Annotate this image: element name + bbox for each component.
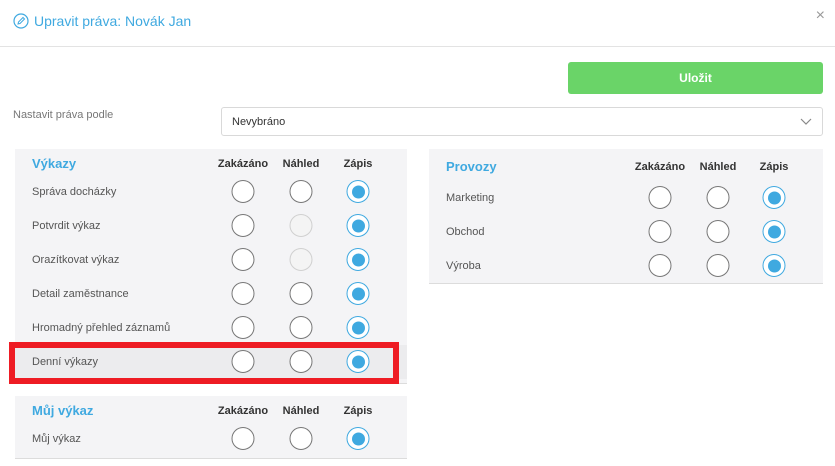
column-forbidden: Zakázáno [634,161,686,173]
permission-row-label: Orazítkovat výkaz [32,254,120,266]
radio-forbidden[interactable] [231,214,255,237]
column-preview: Náhled [282,405,320,417]
radio-preview[interactable] [706,254,730,277]
modal-title-wrap: Upravit práva: Novák Jan [13,13,191,29]
permission-row: Můj výkaz [15,422,407,456]
radio-write[interactable] [762,186,786,209]
radio-forbidden[interactable] [231,316,255,339]
radio-preview[interactable] [289,316,313,339]
permission-row: Orazítkovat výkaz [15,243,407,277]
vykazy-panel: Výkazy Zakázáno Náhled Zápis Správa doch… [15,149,407,384]
radio-write[interactable] [346,427,370,450]
radio-forbidden[interactable] [231,248,255,271]
radio-preview [289,248,313,271]
column-write: Zápis [343,405,373,417]
provozy-panel: Provozy Zakázáno Náhled Zápis Marketing O… [429,149,823,284]
radio-forbidden[interactable] [231,180,255,203]
radio-forbidden[interactable] [231,350,255,373]
chevron-down-icon [800,118,812,125]
radio-write[interactable] [346,180,370,203]
radio-write[interactable] [346,248,370,271]
radio-forbidden[interactable] [648,186,672,209]
permission-row: Správa docházky [15,175,407,209]
radio-write[interactable] [762,220,786,243]
vykazy-header: Výkazy Zakázáno Náhled Zápis [15,149,407,177]
radio-preview[interactable] [706,220,730,243]
permission-row-label: Denní výkazy [32,356,99,368]
muj-vykaz-panel: Můj výkaz Zakázáno Náhled Zápis Můj výka… [15,396,407,459]
section-title: Výkazy [32,156,77,171]
radio-preview[interactable] [289,282,313,305]
section-title: Můj výkaz [32,403,94,418]
radio-write[interactable] [346,282,370,305]
muj-vykaz-header: Můj výkaz Zakázáno Náhled Zápis [15,396,407,424]
setby-label: Nastavit práva podle [13,109,114,121]
column-write: Zápis [759,161,789,173]
provozy-header: Provozy Zakázáno Náhled Zápis [429,152,823,180]
column-preview: Náhled [699,161,737,173]
radio-preview[interactable] [289,427,313,450]
permission-row-label: Hromadný přehled záznamů [32,322,171,334]
column-write: Zápis [343,158,373,170]
save-button[interactable]: Uložit [568,62,823,94]
permission-row: Hromadný přehled záznamů [15,311,407,345]
radio-write[interactable] [346,316,370,339]
permission-row-label: Obchod [446,226,485,238]
permission-row-label: Marketing [446,192,495,204]
modal-title: Upravit práva: Novák Jan [34,13,192,29]
permission-row-label: Výroba [446,260,481,272]
setby-select-value: Nevybráno [232,116,286,128]
column-forbidden: Zakázáno [217,405,269,417]
radio-write[interactable] [762,254,786,277]
radio-forbidden[interactable] [231,282,255,305]
radio-preview [289,214,313,237]
radio-forbidden[interactable] [648,220,672,243]
permission-row-label: Správa docházky [32,186,117,198]
radio-preview[interactable] [706,186,730,209]
radio-write[interactable] [346,350,370,373]
radio-preview[interactable] [289,350,313,373]
close-icon[interactable]: × [816,8,825,24]
radio-preview[interactable] [289,180,313,203]
section-title: Provozy [446,159,497,174]
permission-row: Obchod [429,215,823,249]
setby-select[interactable]: Nevybráno [221,107,823,136]
pencil-circle-icon [13,13,29,29]
radio-write[interactable] [346,214,370,237]
column-preview: Náhled [282,158,320,170]
permission-row: Potvrdit výkaz [15,209,407,243]
permission-row-label: Můj výkaz [32,433,81,445]
radio-forbidden[interactable] [648,254,672,277]
permission-row: Denní výkazy [15,345,407,379]
permission-row-label: Detail zaměstnance [32,288,129,300]
permission-row: Výroba [429,249,823,283]
column-forbidden: Zakázáno [217,158,269,170]
permission-row-label: Potvrdit výkaz [32,220,101,232]
radio-forbidden[interactable] [231,427,255,450]
modal-header: Upravit práva: Novák Jan × [0,0,835,47]
permission-row: Marketing [429,181,823,215]
permission-row: Detail zaměstnance [15,277,407,311]
